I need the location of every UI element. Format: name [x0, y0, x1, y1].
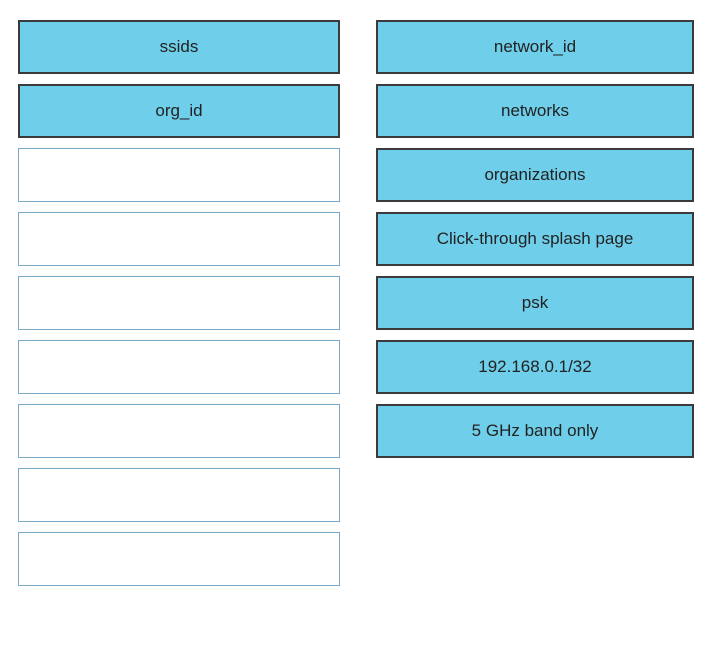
option-label: Click-through splash page — [437, 229, 634, 249]
option-network-id[interactable]: network_id — [376, 20, 694, 74]
option-label: 192.168.0.1/32 — [478, 357, 591, 377]
right-column: network_id networks organizations Click-… — [376, 20, 694, 586]
option-splash-page[interactable]: Click-through splash page — [376, 212, 694, 266]
empty-slot[interactable] — [18, 212, 340, 266]
option-organizations[interactable]: organizations — [376, 148, 694, 202]
option-label: organizations — [484, 165, 585, 185]
option-psk[interactable]: psk — [376, 276, 694, 330]
empty-slot[interactable] — [18, 340, 340, 394]
empty-slot[interactable] — [18, 404, 340, 458]
empty-slot[interactable] — [18, 276, 340, 330]
diagram-container: ssids org_id network_id networks organiz… — [18, 20, 706, 586]
source-item-ssids[interactable]: ssids — [18, 20, 340, 74]
option-label: network_id — [494, 37, 576, 57]
empty-slot[interactable] — [18, 148, 340, 202]
left-column: ssids org_id — [18, 20, 340, 586]
empty-slot[interactable] — [18, 532, 340, 586]
option-band[interactable]: 5 GHz band only — [376, 404, 694, 458]
option-label: psk — [522, 293, 548, 313]
option-networks[interactable]: networks — [376, 84, 694, 138]
option-label: networks — [501, 101, 569, 121]
source-item-org-id[interactable]: org_id — [18, 84, 340, 138]
source-label: ssids — [160, 37, 199, 57]
option-label: 5 GHz band only — [472, 421, 599, 441]
source-label: org_id — [155, 101, 202, 121]
option-ip-cidr[interactable]: 192.168.0.1/32 — [376, 340, 694, 394]
empty-slot[interactable] — [18, 468, 340, 522]
